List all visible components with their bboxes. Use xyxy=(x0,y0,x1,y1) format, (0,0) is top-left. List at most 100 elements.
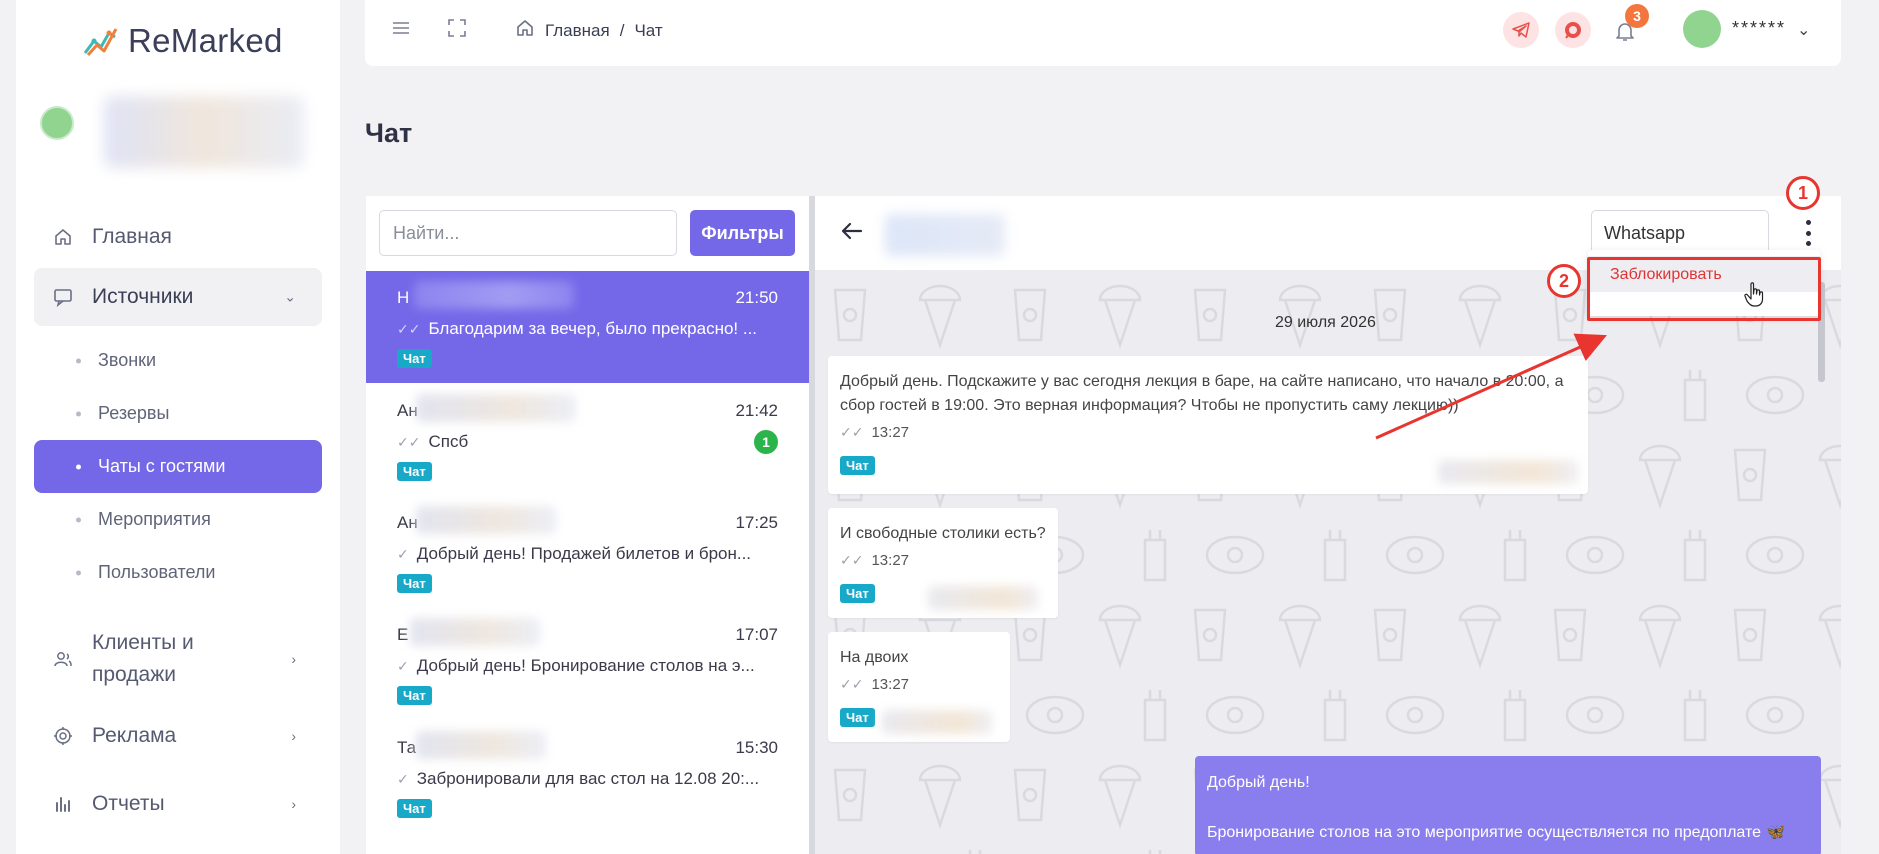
sidebar-sub-calls[interactable]: Звонки xyxy=(34,334,322,387)
chat-time: 17:07 xyxy=(735,625,778,644)
message-text: Добрый день. Подскажите у вас сегодня ле… xyxy=(840,373,1564,414)
sidebar-item-sources[interactable]: Источники ⌄ xyxy=(34,268,322,326)
breadcrumb: Главная / Чат xyxy=(515,18,663,43)
annotation-step-1: 1 xyxy=(1786,176,1820,210)
chat-list-item[interactable]: Ан 17:25 ✓ Добрый день! Продажей билетов … xyxy=(366,496,809,608)
sender-redacted xyxy=(928,586,1038,610)
contact-name-redacted xyxy=(416,394,576,422)
logo-icon xyxy=(83,28,118,57)
channel-tag: Чат xyxy=(840,456,875,475)
outgoing-message-text: Добрый день! Бронирование столов на это … xyxy=(1207,770,1785,845)
sender-redacted xyxy=(882,710,992,734)
channel-tag: Чат xyxy=(397,799,432,818)
logo[interactable]: ReMarked xyxy=(82,22,283,60)
outgoing-line: Добрый день! xyxy=(1207,774,1310,791)
double-check-icon: ✓✓ xyxy=(840,552,864,568)
filters-button[interactable]: Фильтры xyxy=(690,210,795,256)
sidebar-item-home[interactable]: Главная xyxy=(34,208,322,266)
chevron-down-icon[interactable]: ⌄ xyxy=(1797,20,1810,40)
double-check-icon: ✓✓ xyxy=(397,433,421,450)
contact-name-redacted xyxy=(416,506,556,534)
page-title: Чат xyxy=(365,118,413,148)
sidebar-item-reports[interactable]: Отчеты › xyxy=(34,775,322,833)
home-icon[interactable] xyxy=(515,18,535,43)
chat-bubble-icon xyxy=(1565,22,1581,39)
notification-count-badge: 3 xyxy=(1625,4,1649,28)
chat-list-item[interactable]: Н 21:50 ✓✓ Благодарим за вечер, было прек… xyxy=(366,271,809,383)
sidebar-sub-label: Мероприятия xyxy=(98,509,211,529)
fullscreen-icon[interactable] xyxy=(447,18,467,43)
chat-time: 21:50 xyxy=(735,288,778,307)
more-options-icon[interactable] xyxy=(1801,220,1815,246)
sidebar-sub-events[interactable]: Мероприятия xyxy=(34,493,322,546)
sidebar-sub-users[interactable]: Пользователи xyxy=(34,546,322,599)
user-avatar[interactable] xyxy=(1683,10,1721,48)
message-time: ✓✓ 13:27 xyxy=(840,424,909,441)
date-separator: 29 июля 2026 xyxy=(1275,314,1376,331)
message-bubble: На двоих ✓✓ 13:27 Чат xyxy=(828,632,1010,742)
sidebar-item-label: Главная xyxy=(92,225,172,248)
sidebar-item-ads[interactable]: Реклама › xyxy=(34,707,322,765)
users-icon xyxy=(52,648,74,670)
sidebar-sub-label: Пользователи xyxy=(98,562,216,582)
chat-list-item[interactable]: Ан 21:42 ✓✓ Спсб 1 Чат xyxy=(366,384,809,496)
channel-tag: Чат xyxy=(840,708,875,727)
sidebar-item-label: Клиенты и продажи xyxy=(92,631,194,686)
logo-text: ReMarked xyxy=(128,22,283,59)
chat-time: 15:30 xyxy=(735,738,778,757)
chat-list-item[interactable]: Та 15:30 ✓ Забронировали для вас стол на … xyxy=(366,721,809,833)
sender-redacted xyxy=(1438,460,1578,484)
chat-preview: ✓✓ Спсб xyxy=(397,432,468,452)
telegram-icon xyxy=(1512,22,1530,38)
chat-button[interactable] xyxy=(1555,12,1591,48)
top-header: Главная / Чат 3 ****** ⌄ xyxy=(365,0,1841,66)
outgoing-line: Бронирование столов на это мероприятие о… xyxy=(1207,824,1786,841)
chevron-down-icon: ⌄ xyxy=(284,288,296,305)
venue-name-redacted xyxy=(104,96,304,168)
channel-tag: Чат xyxy=(840,584,875,603)
annotation-highlight-box xyxy=(1587,257,1821,321)
chevron-right-icon: › xyxy=(291,651,296,667)
double-check-icon: ✓✓ xyxy=(397,320,421,337)
contact-name-redacted xyxy=(885,214,1005,256)
message-time-text: 13:27 xyxy=(871,552,910,569)
breadcrumb-home[interactable]: Главная xyxy=(545,21,610,41)
menu-icon[interactable] xyxy=(391,18,411,43)
chat-preview-text: Благодарим за вечер, было прекрасно! ... xyxy=(428,319,758,338)
telegram-button[interactable] xyxy=(1503,12,1539,48)
sidebar: ReMarked Главная Источники ⌄ Звонки Резе… xyxy=(16,0,340,854)
sidebar-sub-reserves[interactable]: Резервы xyxy=(34,387,322,440)
back-arrow-icon[interactable] xyxy=(841,220,863,247)
chat-contact-name: Ан xyxy=(397,401,418,420)
chat-preview-text: Добрый день! Продажей билетов и брон... xyxy=(416,544,752,563)
contact-name-redacted xyxy=(416,731,546,759)
chat-preview: ✓ Забронировали для вас стол на 12.08 20:… xyxy=(397,769,759,789)
chat-list-item[interactable]: Е 17:07 ✓ Добрый день! Бронирование столо… xyxy=(366,608,809,720)
sidebar-sub-guest-chats[interactable]: Чаты с гостями xyxy=(34,440,322,493)
chat-time: 21:42 xyxy=(735,401,778,420)
message-time: ✓✓ 13:27 xyxy=(840,676,909,693)
target-icon xyxy=(52,725,74,747)
channel-tag: Чат xyxy=(397,462,432,481)
breadcrumb-separator: / xyxy=(619,20,625,40)
sidebar-item-label: Отчеты xyxy=(92,792,165,815)
user-name[interactable]: ****** xyxy=(1732,18,1786,39)
chat-time: 17:25 xyxy=(735,513,778,532)
sidebar-sub-label: Чаты с гостями xyxy=(98,456,226,476)
chat-preview-text: Спсб xyxy=(428,432,469,451)
channel-tag: Чат xyxy=(397,574,432,593)
check-icon: ✓ xyxy=(397,770,409,787)
chat-preview: ✓ Добрый день! Продажей билетов и брон... xyxy=(397,544,751,564)
sidebar-sub-label: Резервы xyxy=(98,403,170,423)
double-check-icon: ✓✓ xyxy=(840,424,864,440)
outgoing-message-bubble: Добрый день! Бронирование столов на это … xyxy=(1195,756,1821,854)
venue-avatar[interactable] xyxy=(40,106,74,140)
chevron-right-icon: › xyxy=(291,728,296,744)
search-input[interactable] xyxy=(379,210,677,256)
chevron-right-icon: › xyxy=(291,796,296,812)
message-time: ✓✓ 13:27 xyxy=(840,552,909,569)
chat-preview: ✓✓ Благодарим за вечер, было прекрасно! .… xyxy=(397,319,757,339)
chat-preview-text: Добрый день! Бронирование столов на э... xyxy=(416,656,755,675)
bar-chart-icon xyxy=(52,793,74,815)
sidebar-item-clients-sales[interactable]: Клиенты и продажи › xyxy=(34,619,322,699)
